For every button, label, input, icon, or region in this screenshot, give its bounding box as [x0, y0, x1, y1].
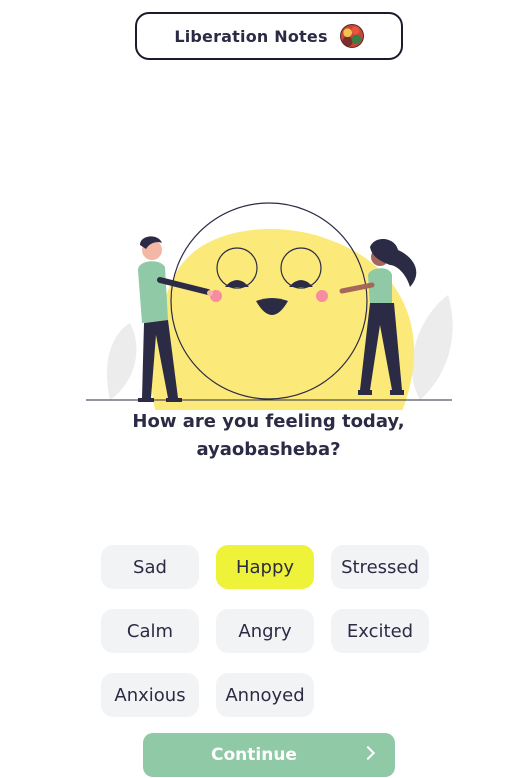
- leaf-left-icon: [106, 323, 137, 400]
- avatar[interactable]: [339, 24, 364, 48]
- mood-chip-anxious[interactable]: Anxious: [101, 673, 199, 717]
- mood-check-screen: Liberation Notes How are you feeling tod…: [0, 0, 521, 778]
- mood-chip-excited[interactable]: Excited: [331, 609, 429, 653]
- app-header-pill[interactable]: Liberation Notes: [135, 12, 403, 60]
- app-title: Liberation Notes: [174, 26, 328, 46]
- cheek-right: [316, 290, 328, 302]
- leaf-right-icon: [411, 295, 453, 400]
- question-username: ayaobasheba?: [196, 439, 341, 460]
- chevron-right-icon: [360, 745, 376, 761]
- mood-chip-calm[interactable]: Calm: [101, 609, 199, 653]
- mood-chip-stressed[interactable]: Stressed: [331, 545, 429, 589]
- happy-face-illustration: [86, 202, 453, 410]
- mood-chip-angry[interactable]: Angry: [216, 609, 314, 653]
- mood-options: Sad Happy Stressed Calm Angry Excited An…: [101, 545, 431, 717]
- mood-chip-sad[interactable]: Sad: [101, 545, 199, 589]
- continue-button[interactable]: Continue: [143, 733, 395, 777]
- mood-chip-annoyed[interactable]: Annoyed: [216, 673, 314, 717]
- question-line-1: How are you feeling today,: [132, 411, 405, 432]
- continue-label: Continue: [211, 745, 297, 765]
- mood-chip-happy[interactable]: Happy: [216, 545, 314, 589]
- mood-question: How are you feeling today, ayaobasheba?: [100, 408, 437, 464]
